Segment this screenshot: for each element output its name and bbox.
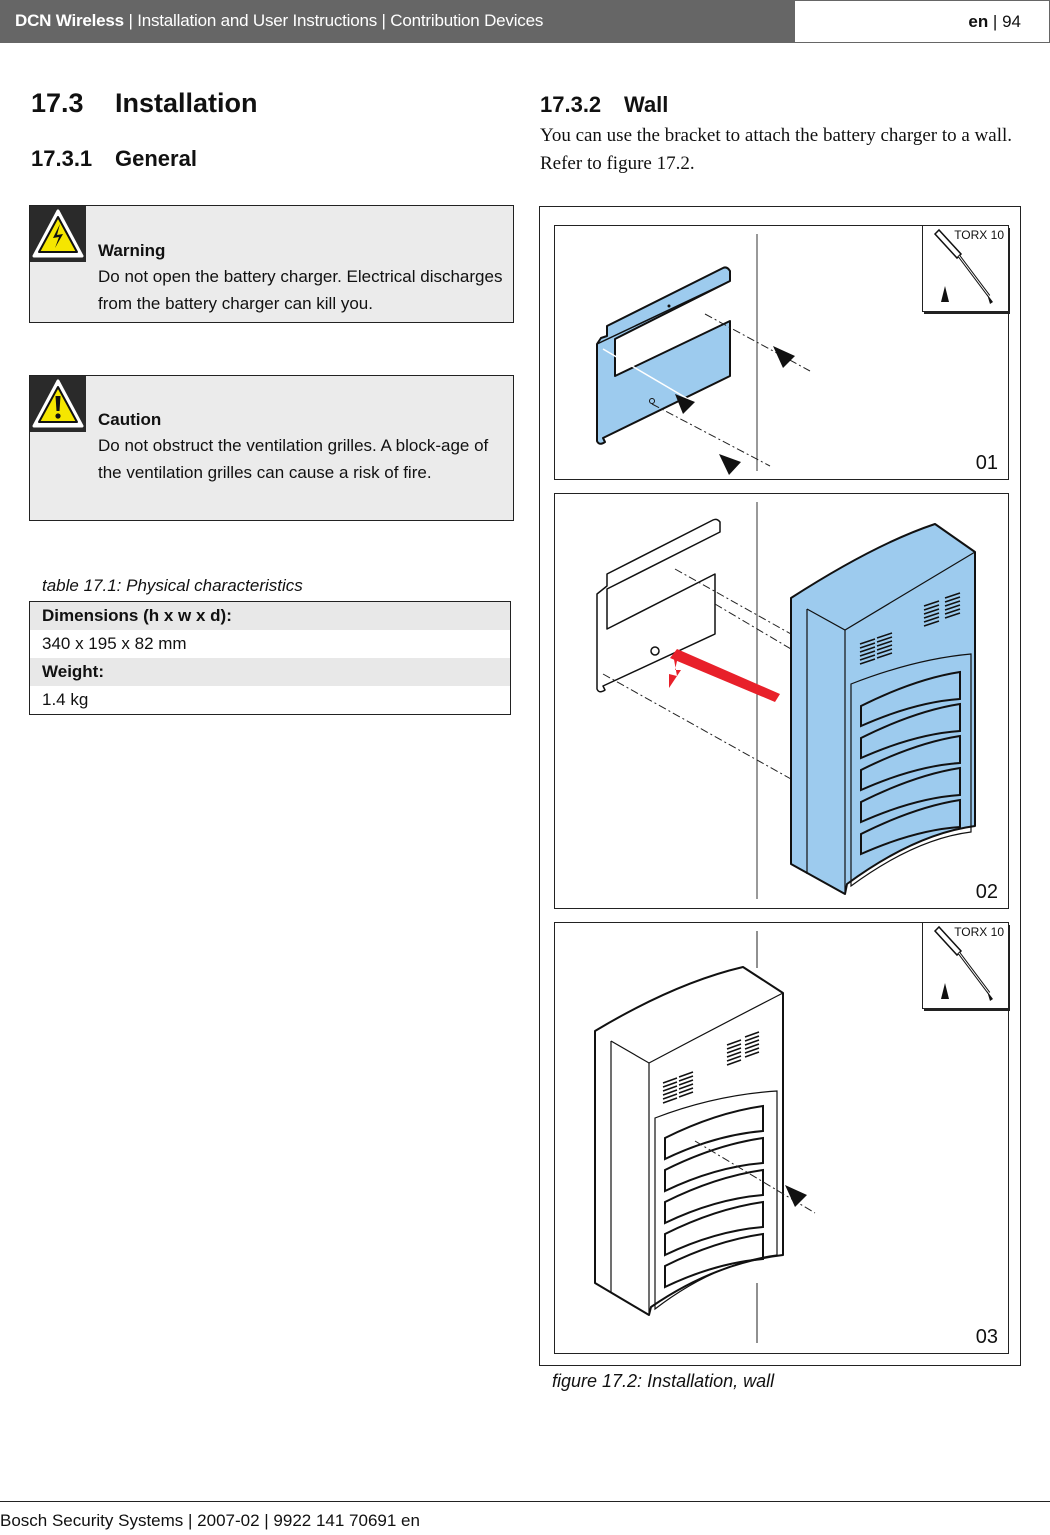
section-number: 17.3.1: [31, 146, 93, 171]
footer: Bosch Security Systems | 2007-02 | 9922 …: [0, 1511, 420, 1531]
torx-label: TORX 10: [954, 925, 1004, 939]
language-code: en: [968, 12, 989, 31]
caution-notice: Caution Do not obstruct the ventilation …: [29, 375, 514, 521]
figure-17-2: TORX 10 01 02 TORX 10 03: [539, 206, 1021, 1366]
figure-panel-01: TORX 10 01: [554, 225, 1009, 480]
electric-hazard-icon: [30, 206, 86, 262]
section-heading-17-3-1: 17.3.1 General: [31, 146, 197, 172]
torx-screwdriver-badge: TORX 10: [922, 923, 1008, 1009]
physical-characteristics-table: Dimensions (h x w x d): 340 x 195 x 82 m…: [29, 601, 511, 715]
section-heading-17-3-2: 17.3.2 Wall: [540, 92, 668, 118]
torx-screwdriver-badge: TORX 10: [922, 226, 1008, 312]
header-bar: DCN Wireless | Installation and User Ins…: [0, 0, 795, 43]
panel-number: 02: [975, 881, 998, 903]
section-title: Wall: [624, 92, 669, 117]
caution-text: Do not obstruct the ventilation grilles.…: [98, 436, 489, 482]
wall-intro-text: You can use the bracket to attach the ba…: [540, 125, 1013, 174]
warning-text: Do not open the battery charger. Electri…: [98, 267, 503, 313]
header-title: DCN Wireless | Installation and User Ins…: [15, 11, 543, 31]
page-number-value: 94: [1002, 12, 1021, 31]
panel-number: 03: [975, 1326, 998, 1348]
footer-company: Bosch Security Systems: [0, 1511, 184, 1530]
table-row-value: 340 x 195 x 82 mm: [30, 630, 510, 658]
table-row-label: Dimensions (h x w x d):: [30, 602, 510, 630]
section-number: 17.3.2: [540, 92, 602, 117]
page-separator: |: [988, 12, 1003, 31]
table-caption: table 17.1: Physical characteristics: [42, 576, 303, 595]
header-section: Contribution Devices: [390, 11, 544, 30]
exclamation-warning-icon: [30, 376, 86, 432]
warning-title: Warning: [98, 241, 166, 260]
section-title: General: [115, 146, 197, 171]
table-row-value: 1.4 kg: [30, 686, 510, 714]
footer-date: 2007-02: [197, 1511, 260, 1530]
table-row-label: Weight:: [30, 658, 510, 686]
charger-mount-illustration: [596, 502, 976, 899]
caution-title: Caution: [98, 410, 162, 429]
page-number: en | 94: [968, 12, 1021, 32]
footer-doc-number: 9922 141 70691 en: [273, 1511, 420, 1530]
section-heading-17-3: 17.3 Installation: [31, 88, 258, 119]
section-number: 17.3: [31, 88, 84, 118]
footer-separator: |: [183, 1511, 198, 1530]
warning-notice: Warning Do not open the battery charger.…: [29, 205, 514, 323]
panel-number: 01: [975, 452, 998, 474]
footer-separator: |: [259, 1511, 274, 1530]
figure-caption: figure 17.2: Installation, wall: [552, 1371, 775, 1391]
header-page-box: en | 94: [795, 0, 1050, 43]
footer-divider: [0, 1501, 1050, 1502]
header-doc-type: Installation and User Instructions: [137, 11, 378, 30]
torx-label: TORX 10: [954, 228, 1004, 242]
header-product: DCN Wireless: [15, 11, 124, 30]
figure-panel-02: 02: [554, 493, 1009, 909]
header-separator: |: [123, 11, 138, 30]
section-title: Installation: [115, 88, 258, 118]
figure-panel-03: TORX 10 03: [554, 922, 1009, 1354]
header-separator: |: [377, 11, 391, 30]
